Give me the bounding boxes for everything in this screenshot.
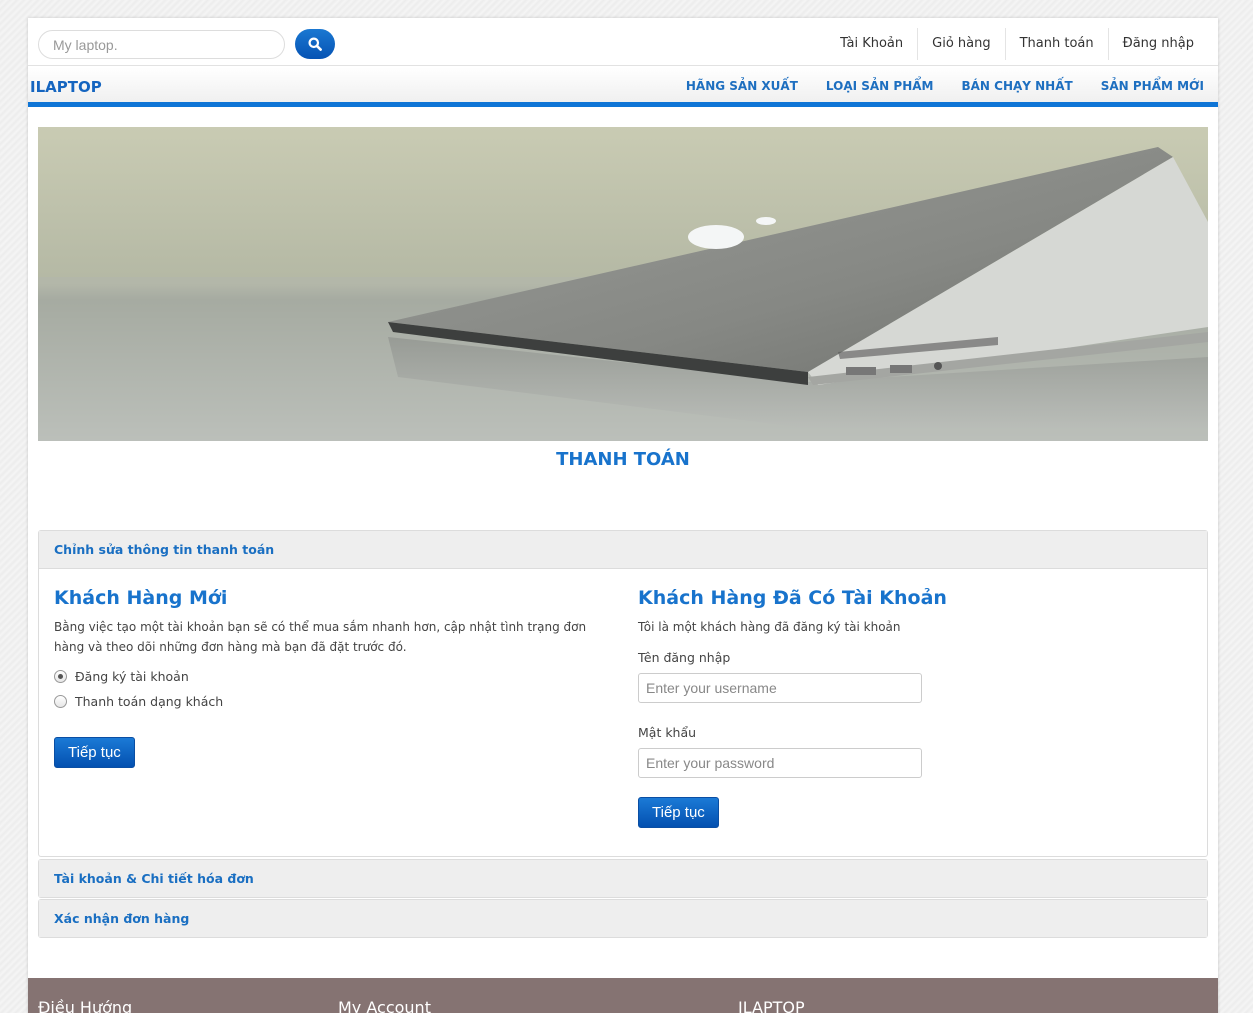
register-option-label: Đăng ký tài khoản (75, 669, 189, 684)
register-option[interactable]: Đăng ký tài khoản (54, 669, 189, 684)
nav-item-new-products[interactable]: SẢN PHẨM MỚI (1087, 79, 1218, 93)
search-input[interactable] (38, 30, 285, 59)
nav-item-product-type[interactable]: LOẠI SẢN PHẨM (812, 79, 948, 93)
page-title: THANH TOÁN (556, 449, 690, 470)
username-label: Tên đăng nhập (638, 650, 731, 665)
guest-option[interactable]: Thanh toán dạng khách (54, 694, 223, 709)
guest-radio[interactable] (54, 695, 67, 708)
checkout-step-3: Xác nhận đơn hàng (38, 899, 1208, 938)
account-link[interactable]: Tài Khoản (826, 28, 917, 60)
register-radio[interactable] (54, 670, 67, 683)
page-container: Tài Khoản Giỏ hàng Thanh toán Đăng nhập … (28, 18, 1218, 1013)
hero-banner-image (38, 127, 1208, 441)
nav-menu: HÃNG SẢN XUẤT LOẠI SẢN PHẨM BÁN CHẠY NHẤ… (672, 79, 1218, 93)
checkout-step-1: Chỉnh sửa thông tin thanh toán Khách Hàn… (38, 530, 1208, 857)
username-field[interactable] (638, 673, 922, 703)
step-1-body: Khách Hàng Mới Bằng việc tạo một tài kho… (39, 568, 1207, 856)
checkout-step-2: Tài khoản & Chi tiết hóa đơn (38, 859, 1208, 898)
new-customer-description: Bằng việc tạo một tài khoản bạn sẽ có th… (54, 620, 587, 654)
footer-brand-heading: ILAPTOP (738, 998, 805, 1013)
search-button[interactable] (295, 29, 335, 59)
new-customer-continue-button[interactable]: Tiếp tục (54, 737, 135, 768)
checkout-link[interactable]: Thanh toán (1004, 28, 1108, 60)
password-field[interactable] (638, 748, 922, 778)
main-nav: ILAPTOP HÃNG SẢN XUẤT LOẠI SẢN PHẨM BÁN … (28, 67, 1218, 107)
returning-customer-title: Khách Hàng Đã Có Tài Khoản (638, 587, 947, 609)
nav-item-best-sellers[interactable]: BÁN CHẠY NHẤT (947, 79, 1086, 93)
step-2-header[interactable]: Tài khoản & Chi tiết hóa đơn (39, 860, 1207, 897)
login-continue-button[interactable]: Tiếp tục (638, 797, 719, 828)
cart-link[interactable]: Giỏ hàng (917, 28, 1004, 60)
top-links: Tài Khoản Giỏ hàng Thanh toán Đăng nhập (826, 28, 1208, 60)
returning-customer-description: Tôi là một khách hàng đã đăng ký tài kho… (638, 620, 901, 634)
step-1-header[interactable]: Chỉnh sửa thông tin thanh toán (39, 531, 1207, 568)
guest-option-label: Thanh toán dạng khách (75, 694, 224, 709)
top-bar: Tài Khoản Giỏ hàng Thanh toán Đăng nhập (28, 18, 1218, 66)
footer-account-heading: My Account (338, 998, 431, 1013)
footer-nav-heading: Điều Hướng (38, 998, 133, 1013)
password-label: Mật khẩu (638, 725, 697, 740)
footer: Điều Hướng My Account ILAPTOP (28, 978, 1218, 1013)
brand-logo[interactable]: ILAPTOP (30, 78, 102, 96)
nav-item-manufacturer[interactable]: HÃNG SẢN XUẤT (672, 79, 812, 93)
step-3-header[interactable]: Xác nhận đơn hàng (39, 900, 1207, 937)
new-customer-title: Khách Hàng Mới (54, 587, 228, 609)
search-icon (308, 37, 322, 51)
login-link[interactable]: Đăng nhập (1107, 28, 1208, 60)
